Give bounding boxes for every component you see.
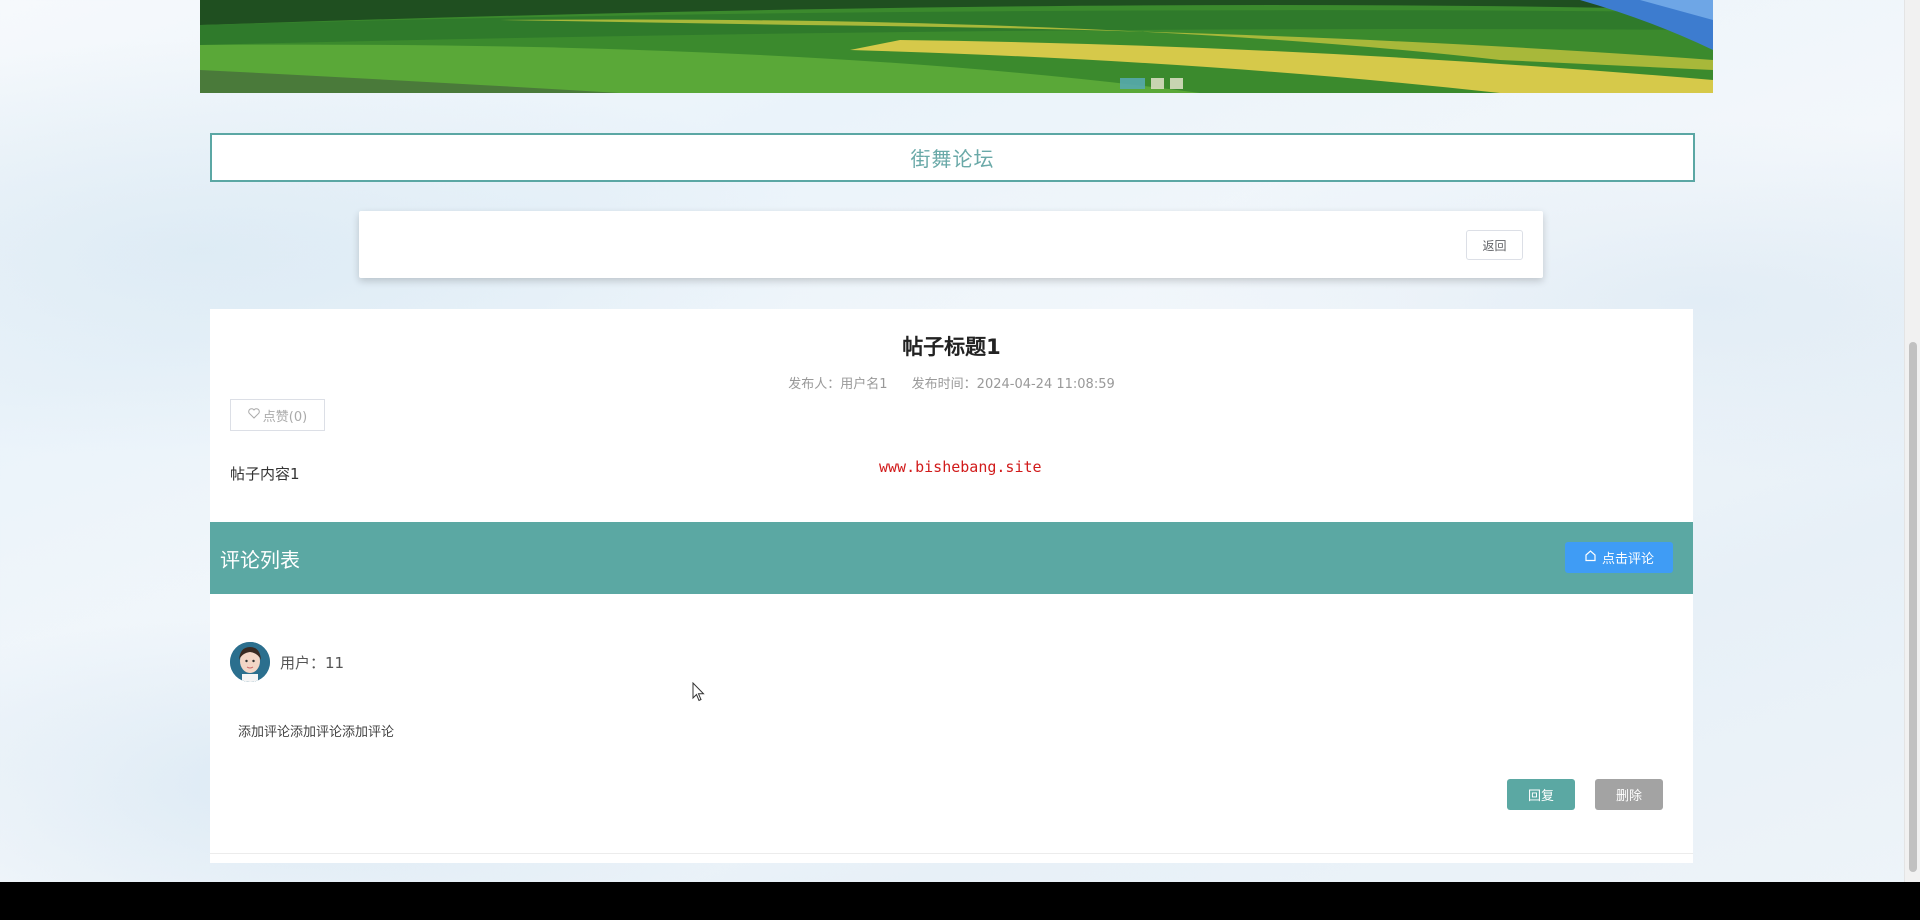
post-author: 发布人：用户名1 (788, 377, 888, 392)
reply-button[interactable]: 回复 (1507, 779, 1575, 810)
comment-item: 用户：11 添加评论添加评论添加评论 回复 删除 (210, 594, 1693, 854)
toolbar-card: 返回 (359, 211, 1543, 278)
post-detail-card: 帖子标题1 发布人：用户名1 发布时间：2024-04-24 11:08:59 … (210, 309, 1693, 863)
add-comment-label: 点击评论 (1601, 552, 1654, 567)
heart-icon (248, 407, 260, 423)
like-button[interactable]: 点赞(0) (230, 399, 325, 431)
banner-image (200, 0, 1713, 93)
avatar (230, 642, 270, 682)
comments-title: 评论列表 (220, 548, 300, 572)
page-scrollbar[interactable] (1904, 0, 1920, 882)
home-icon (1584, 549, 1597, 566)
add-comment-button[interactable]: 点击评论 (1565, 542, 1673, 573)
watermark-text: www.bishebang.site (879, 458, 1042, 476)
carousel-dot-2[interactable] (1151, 78, 1164, 89)
carousel-dots (1120, 78, 1183, 89)
post-title: 帖子标题1 (902, 335, 1001, 359)
post-content: 帖子内容1 (230, 465, 300, 483)
banner-carousel[interactable] (200, 0, 1713, 93)
comment-text: 添加评论添加评论添加评论 (238, 725, 395, 740)
carousel-dot-3[interactable] (1170, 78, 1183, 89)
comments-header-bar: 评论列表 点击评论 (210, 522, 1693, 594)
comment-username: 用户：11 (280, 654, 345, 672)
back-button[interactable]: 返回 (1466, 230, 1523, 260)
footer-bar (0, 882, 1920, 920)
like-button-label: 点赞(0) (262, 409, 308, 425)
mouse-pointer-icon (692, 681, 706, 706)
delete-button[interactable]: 删除 (1595, 779, 1663, 810)
carousel-dot-1[interactable] (1120, 78, 1145, 89)
post-published-time: 发布时间：2024-04-24 11:08:59 (911, 377, 1115, 392)
post-meta: 发布人：用户名1 发布时间：2024-04-24 11:08:59 (210, 373, 1693, 392)
scrollbar-thumb[interactable] (1909, 342, 1917, 872)
section-title: 街舞论坛 (210, 133, 1695, 182)
